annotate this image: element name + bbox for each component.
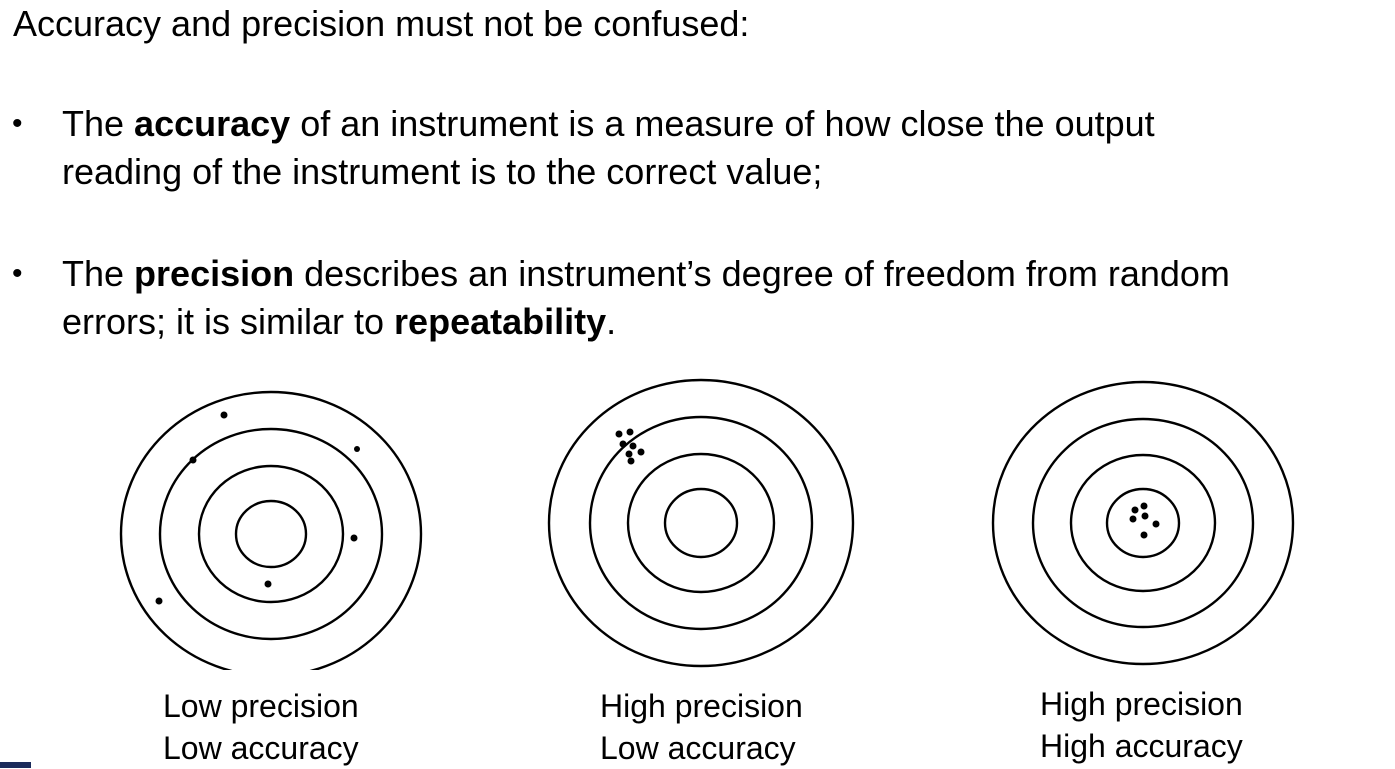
bullet-icon: • bbox=[12, 107, 23, 140]
precision-definition: • The precision describes an instrument’… bbox=[0, 250, 1395, 346]
target-ring bbox=[588, 415, 814, 631]
caption-target-3: High precision High accuracy bbox=[1040, 683, 1243, 767]
shot-mark bbox=[1129, 515, 1137, 523]
shot-mark bbox=[155, 597, 163, 605]
text-run: . bbox=[606, 301, 617, 342]
text-run: The bbox=[62, 253, 135, 294]
text-run: of an instrument is a measure of how clo… bbox=[290, 103, 1155, 144]
precision-line-1: The precision describes an instrument’s … bbox=[62, 250, 1395, 298]
caption-accuracy: High accuracy bbox=[1040, 728, 1243, 764]
definition-list: • The accuracy of an instrument is a mea… bbox=[0, 100, 1395, 346]
page-heading: Accuracy and precision must not be confu… bbox=[13, 3, 750, 44]
caption-precision: High precision bbox=[600, 688, 803, 724]
caption-accuracy: Low accuracy bbox=[600, 730, 796, 766]
shot-mark bbox=[625, 450, 633, 458]
text-run: The bbox=[62, 103, 135, 144]
target-high-precision-high-accuracy bbox=[991, 380, 1295, 666]
accuracy-line-1: The accuracy of an instrument is a measu… bbox=[62, 100, 1395, 148]
shot-mark bbox=[1141, 512, 1149, 520]
caption-precision: High precision bbox=[1040, 686, 1243, 722]
accuracy-line-2: reading of the instrument is to the corr… bbox=[62, 148, 1395, 196]
shot-mark bbox=[354, 446, 360, 452]
shot-mark bbox=[627, 457, 635, 465]
shot-mark bbox=[350, 534, 358, 542]
target-ring bbox=[626, 452, 776, 594]
shot-mark bbox=[220, 411, 228, 419]
shot-mark bbox=[1140, 502, 1148, 510]
shot-mark bbox=[1131, 506, 1139, 514]
term-repeatability: repeatability bbox=[394, 301, 607, 342]
shot-mark bbox=[1140, 531, 1148, 539]
target-ring bbox=[663, 487, 739, 559]
target-ring bbox=[547, 378, 855, 668]
target-ring bbox=[991, 380, 1295, 666]
caption-target-2: High precision Low accuracy bbox=[600, 685, 803, 769]
target-ring bbox=[119, 390, 423, 670]
target-high-precision-low-accuracy bbox=[547, 378, 855, 668]
target-ring bbox=[197, 464, 345, 604]
shot-mark bbox=[264, 580, 272, 588]
slide-corner-accent bbox=[0, 762, 31, 768]
shot-mark bbox=[626, 428, 634, 436]
bullet-icon: • bbox=[12, 257, 23, 290]
caption-accuracy: Low accuracy bbox=[163, 730, 359, 766]
caption-precision: Low precision bbox=[163, 688, 359, 724]
text-run: errors; it is similar to bbox=[62, 301, 395, 342]
target-low-precision-low-accuracy bbox=[119, 390, 423, 670]
shot-mark bbox=[619, 440, 627, 448]
shot-mark bbox=[1152, 520, 1160, 528]
shot-mark bbox=[189, 456, 197, 464]
text-run: describes an instrument’s degree of free… bbox=[294, 253, 1230, 294]
shot-mark bbox=[629, 442, 637, 450]
shots-clustered-center bbox=[1129, 502, 1160, 539]
text-run: reading of the instrument is to the corr… bbox=[62, 151, 823, 192]
term-precision: precision bbox=[134, 253, 295, 294]
target-illustrations bbox=[119, 378, 1295, 670]
target-ring bbox=[1105, 487, 1181, 559]
target-ring bbox=[1069, 453, 1217, 593]
caption-target-1: Low precision Low accuracy bbox=[163, 685, 359, 769]
target-ring bbox=[234, 499, 308, 569]
accuracy-definition: • The accuracy of an instrument is a mea… bbox=[0, 100, 1395, 196]
shot-mark bbox=[637, 448, 645, 456]
precision-line-2: errors; it is similar to repeatability. bbox=[62, 298, 1395, 346]
term-accuracy: accuracy bbox=[134, 103, 291, 144]
target-ring bbox=[1031, 417, 1255, 629]
shot-mark bbox=[615, 430, 623, 438]
